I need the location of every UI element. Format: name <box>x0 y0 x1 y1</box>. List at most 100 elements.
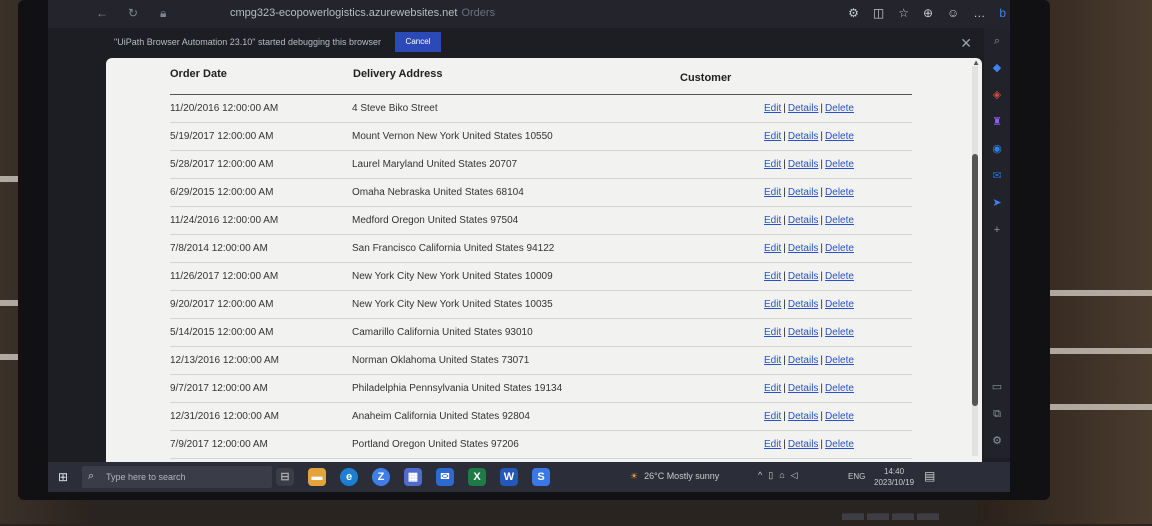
edge-icon[interactable]: e <box>340 468 358 486</box>
edit-link[interactable]: Edit <box>764 103 781 114</box>
sidebar-layout-icon[interactable]: ▭ <box>984 374 1010 401</box>
actions-cell: Edit | Details | Delete <box>764 411 854 422</box>
delete-link[interactable]: Delete <box>825 103 854 114</box>
details-link[interactable]: Details <box>788 439 819 450</box>
zoom-icon[interactable]: Z <box>372 468 390 486</box>
games-icon[interactable]: ♜ <box>984 109 1010 136</box>
delivery-address-cell: Portland Oregon United States 97206 <box>352 439 519 450</box>
favorites-icon[interactable]: ☆ <box>898 6 909 20</box>
vertical-scrollbar[interactable] <box>972 66 978 456</box>
refresh-icon[interactable]: ↻ <box>128 6 138 20</box>
link-separator: | <box>820 159 824 170</box>
uipath-icon[interactable]: S <box>532 468 550 486</box>
delete-link[interactable]: Delete <box>825 299 854 310</box>
details-link[interactable]: Details <box>788 271 819 282</box>
network-icon[interactable]: ⌂ <box>779 470 790 480</box>
volume-icon[interactable]: ◁ <box>791 470 804 480</box>
search-icon: ⌕ <box>88 470 95 482</box>
header-delivery-address: Delivery Address <box>353 68 443 80</box>
add-icon[interactable]: + <box>984 217 1010 244</box>
details-link[interactable]: Details <box>788 383 819 394</box>
link-separator: | <box>820 439 824 450</box>
delete-link[interactable]: Delete <box>825 215 854 226</box>
tray-expand-icon[interactable]: ^ <box>758 470 768 480</box>
delete-link[interactable]: Delete <box>825 187 854 198</box>
details-link[interactable]: Details <box>788 299 819 310</box>
details-link[interactable]: Details <box>788 187 819 198</box>
details-link[interactable]: Details <box>788 327 819 338</box>
delete-link[interactable]: Delete <box>825 327 854 338</box>
excel-icon[interactable]: X <box>468 468 486 486</box>
back-icon[interactable]: ← <box>96 6 108 20</box>
delete-link[interactable]: Delete <box>825 131 854 142</box>
details-link[interactable]: Details <box>788 355 819 366</box>
windows-start-icon[interactable]: ⊞ <box>58 470 68 484</box>
split-screen-icon[interactable]: ◫ <box>873 6 884 20</box>
shopping-icon[interactable]: ◆ <box>984 55 1010 82</box>
delivery-address-cell: New York City New York United States 100… <box>352 271 553 282</box>
task-view-icon[interactable]: ⊟ <box>276 468 294 486</box>
delete-link[interactable]: Delete <box>825 243 854 254</box>
delete-link[interactable]: Delete <box>825 439 854 450</box>
microsoft365-icon[interactable]: ◉ <box>984 136 1010 163</box>
delete-link[interactable]: Delete <box>825 355 854 366</box>
edit-link[interactable]: Edit <box>764 327 781 338</box>
details-link[interactable]: Details <box>788 215 819 226</box>
lock-icon: 🔒︎ <box>160 6 167 20</box>
store-icon[interactable]: ▦ <box>404 468 422 486</box>
file-explorer-icon[interactable]: ▬ <box>308 468 326 486</box>
edit-link[interactable]: Edit <box>764 131 781 142</box>
actions-cell: Edit | Details | Delete <box>764 159 854 170</box>
settings-icon[interactable]: ⚙ <box>984 428 1010 455</box>
edit-link[interactable]: Edit <box>764 159 781 170</box>
edit-link[interactable]: Edit <box>764 243 781 254</box>
delete-link[interactable]: Delete <box>825 159 854 170</box>
search-icon[interactable]: ⌕ <box>984 28 1010 55</box>
order-date-cell: 5/28/2017 12:00:00 AM <box>170 159 274 170</box>
details-link[interactable]: Details <box>788 411 819 422</box>
delete-link[interactable]: Delete <box>825 383 854 394</box>
word-icon[interactable]: W <box>500 468 518 486</box>
link-separator: | <box>783 187 786 198</box>
order-date-cell: 11/20/2016 12:00:00 AM <box>170 103 279 114</box>
details-link[interactable]: Details <box>788 103 819 114</box>
outlook-icon[interactable]: ✉ <box>984 163 1010 190</box>
mail-icon[interactable]: ✉ <box>436 468 454 486</box>
edit-link[interactable]: Edit <box>764 271 781 282</box>
extension-icon[interactable]: ⚙ <box>848 6 859 20</box>
edit-link[interactable]: Edit <box>764 439 781 450</box>
edit-link[interactable]: Edit <box>764 355 781 366</box>
taskbar-search[interactable]: ⌕ Type here to search <box>82 466 272 488</box>
edit-link[interactable]: Edit <box>764 299 781 310</box>
tools-icon[interactable]: ◈ <box>984 82 1010 109</box>
language-indicator[interactable]: ENG <box>848 472 865 481</box>
delete-link[interactable]: Delete <box>825 271 854 282</box>
delete-link[interactable]: Delete <box>825 411 854 422</box>
profile-icon[interactable]: ☺ <box>947 6 959 20</box>
details-link[interactable]: Details <box>788 243 819 254</box>
battery-icon[interactable]: ▯ <box>768 470 779 480</box>
edit-link[interactable]: Edit <box>764 383 781 394</box>
link-separator: | <box>783 299 786 310</box>
details-link[interactable]: Details <box>788 131 819 142</box>
details-link[interactable]: Details <box>788 159 819 170</box>
scroll-up-icon[interactable]: ▲ <box>972 58 980 67</box>
edit-link[interactable]: Edit <box>764 187 781 198</box>
cancel-button[interactable]: Cancel <box>395 32 441 52</box>
scrollbar-thumb[interactable] <box>972 154 978 406</box>
external-icon[interactable]: ⧉ <box>984 401 1010 428</box>
copilot-icon[interactable]: b <box>999 6 1006 20</box>
address-bar[interactable]: cmpg323-ecopowerlogistics.azurewebsites.… <box>230 7 495 19</box>
link-separator: | <box>783 439 786 450</box>
clock-date: 2023/10/19 <box>874 478 915 487</box>
more-icon[interactable]: … <box>973 6 985 20</box>
notification-icon[interactable]: ▤ <box>924 469 935 483</box>
send-icon[interactable]: ➤ <box>984 190 1010 217</box>
collections-icon[interactable]: ⊕ <box>923 6 933 20</box>
taskbar-clock[interactable]: 14:40 2023/10/19 <box>874 466 914 488</box>
weather-text: 26°C Mostly sunny <box>644 471 720 481</box>
close-icon[interactable]: ✕ <box>960 35 972 52</box>
edit-link[interactable]: Edit <box>764 411 781 422</box>
edit-link[interactable]: Edit <box>764 215 781 226</box>
weather-widget[interactable]: ☀ 26°C Mostly sunny <box>630 471 719 482</box>
